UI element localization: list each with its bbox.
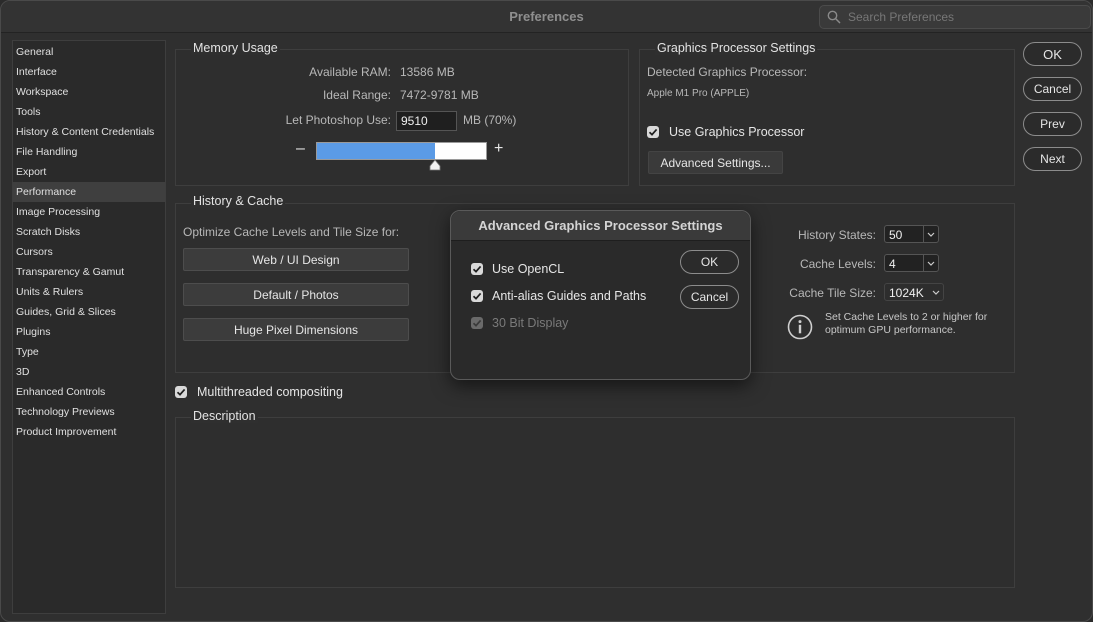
cache-info-text-line2: optimum GPU performance. <box>825 324 956 336</box>
photoshop-use-label: Let Photoshop Use: <box>285 113 391 127</box>
sidebar-item-enhanced-controls[interactable]: Enhanced Controls <box>13 382 165 402</box>
memory-slider-fill <box>317 143 435 159</box>
chevron-down-icon <box>927 232 935 237</box>
memory-use-input[interactable] <box>396 111 457 131</box>
dialog-title: Advanced Graphics Processor Settings <box>451 211 750 241</box>
info-icon <box>787 314 813 340</box>
available-ram-value: 13586 MB <box>400 65 455 79</box>
search-input[interactable] <box>846 8 1085 26</box>
sidebar-item-3d[interactable]: 3D <box>13 362 165 382</box>
decrease-memory-button[interactable]: – <box>296 140 305 158</box>
cache-levels-label: Cache Levels: <box>799 257 876 271</box>
use-gpu-label: Use Graphics Processor <box>669 125 805 139</box>
checkmark-icon <box>472 292 482 300</box>
30-bit-display-label: 30 Bit Display <box>492 316 569 330</box>
sidebar-item-cursors[interactable]: Cursors <box>13 242 165 262</box>
history-states-label: History States: <box>797 228 876 242</box>
sidebar-item-type[interactable]: Type <box>13 342 165 362</box>
ideal-range-label: Ideal Range: <box>322 88 391 102</box>
checkmark-icon <box>472 265 482 273</box>
sidebar-item-guides-grid-slices[interactable]: Guides, Grid & Slices <box>13 302 165 322</box>
cache-info-text-line1: Set Cache Levels to 2 or higher for <box>825 311 988 323</box>
memory-use-unit: MB (70%) <box>463 113 517 127</box>
ideal-range-value: 7472-9781 MB <box>400 88 479 102</box>
use-opencl-label: Use OpenCL <box>492 262 565 276</box>
sidebar-item-performance[interactable]: Performance <box>13 182 165 202</box>
description-title: Description <box>191 409 258 423</box>
multithreaded-label: Multithreaded compositing <box>197 385 343 399</box>
checkmark-icon <box>648 128 658 136</box>
multithreaded-checkbox[interactable] <box>175 386 187 398</box>
sidebar-item-scratch-disks[interactable]: Scratch Disks <box>13 222 165 242</box>
sidebar-item-plugins[interactable]: Plugins <box>13 322 165 342</box>
sidebar-item-tools[interactable]: Tools <box>13 102 165 122</box>
history-states-value: 50 <box>889 228 903 242</box>
checkmark-icon <box>472 319 482 327</box>
sidebar-item-units-rulers[interactable]: Units & Rulers <box>13 282 165 302</box>
sidebar-item-technology-previews[interactable]: Technology Previews <box>13 402 165 422</box>
description-group <box>175 417 1015 588</box>
use-gpu-checkbox[interactable] <box>647 126 659 138</box>
chevron-down-icon <box>932 290 940 295</box>
sidebar-item-history-content-credentials[interactable]: History & Content Credentials <box>13 122 165 142</box>
detected-gpu-label: Detected Graphics Processor: <box>647 65 808 79</box>
antialias-guides-checkbox[interactable] <box>471 290 483 302</box>
ok-button[interactable]: OK <box>1023 42 1082 66</box>
sidebar-item-workspace[interactable]: Workspace <box>13 82 165 102</box>
advanced-gpu-dialog: Advanced Graphics Processor Settings Use… <box>450 210 751 380</box>
memory-slider-track[interactable] <box>316 142 487 160</box>
cache-levels-value: 4 <box>889 257 896 271</box>
advanced-settings-button[interactable]: Advanced Settings... <box>648 151 783 174</box>
antialias-guides-label: Anti-alias Guides and Paths <box>492 289 647 303</box>
sidebar-item-transparency-gamut[interactable]: Transparency & Gamut <box>13 262 165 282</box>
sidebar-item-interface[interactable]: Interface <box>13 62 165 82</box>
chevron-down-icon <box>927 261 935 266</box>
next-button[interactable]: Next <box>1023 147 1082 171</box>
huge-pixel-dimensions-button[interactable]: Huge Pixel Dimensions <box>183 318 409 341</box>
cancel-button[interactable]: Cancel <box>1023 77 1082 101</box>
web-ui-design-button[interactable]: Web / UI Design <box>183 248 409 271</box>
gpu-settings-title: Graphics Processor Settings <box>655 41 818 55</box>
available-ram-label: Available RAM: <box>309 65 391 79</box>
checkmark-icon <box>176 388 186 396</box>
increase-memory-button[interactable]: + <box>494 140 503 158</box>
search-icon <box>827 10 841 24</box>
search-box[interactable] <box>819 5 1091 29</box>
dialog-ok-button[interactable]: OK <box>680 250 739 274</box>
cache-levels-select[interactable]: 4 <box>884 254 939 272</box>
sidebar-item-export[interactable]: Export <box>13 162 165 182</box>
memory-slider-thumb[interactable] <box>429 160 441 171</box>
preferences-window: Preferences General Interface Workspace … <box>0 0 1093 622</box>
sidebar-item-general[interactable]: General <box>13 42 165 62</box>
cache-tile-size-value: 1024K <box>889 286 924 300</box>
use-opencl-checkbox[interactable] <box>471 263 483 275</box>
prev-button[interactable]: Prev <box>1023 112 1082 136</box>
preferences-sidebar: General Interface Workspace Tools Histor… <box>12 40 166 614</box>
detected-gpu-value: Apple M1 Pro (APPLE) <box>647 88 750 99</box>
sidebar-item-image-processing[interactable]: Image Processing <box>13 202 165 222</box>
history-cache-title: History & Cache <box>191 194 286 208</box>
optimize-label: Optimize Cache Levels and Tile Size for: <box>183 225 400 239</box>
sidebar-item-product-improvement[interactable]: Product Improvement <box>13 422 165 442</box>
default-photos-button[interactable]: Default / Photos <box>183 283 409 306</box>
memory-usage-title: Memory Usage <box>191 41 280 55</box>
sidebar-item-file-handling[interactable]: File Handling <box>13 142 165 162</box>
cache-tile-size-label: Cache Tile Size: <box>789 286 876 300</box>
title-bar: Preferences <box>1 1 1092 33</box>
cache-tile-size-select[interactable]: 1024K <box>884 283 944 301</box>
history-states-select[interactable]: 50 <box>884 225 939 243</box>
30-bit-display-checkbox <box>471 317 483 329</box>
dialog-cancel-button[interactable]: Cancel <box>680 285 739 309</box>
